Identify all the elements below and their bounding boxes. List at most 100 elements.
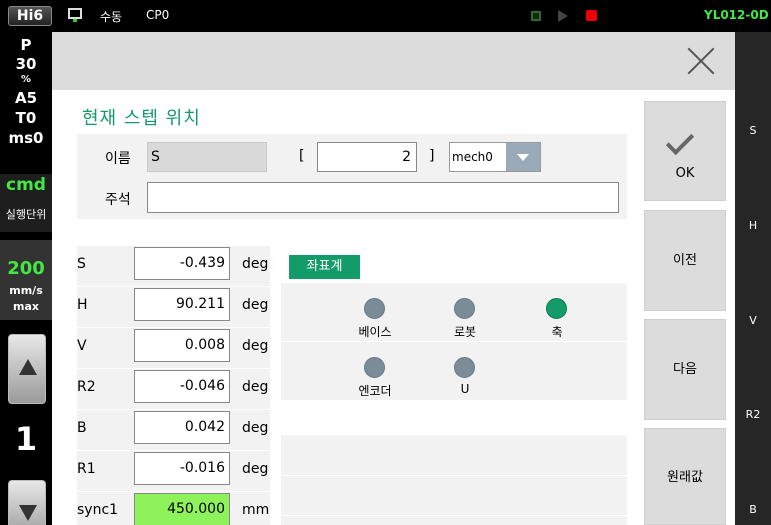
divider [281,515,627,516]
axis-value-input[interactable]: -0.016 [134,452,230,485]
dialog-header [52,32,735,90]
speed-unit: mm/s [9,284,43,297]
record-status-icon [586,10,597,21]
step-position-dialog: 현재 스텝 위치 이름 S [ 2 ] mech0 주석 S -0.439 de… [52,32,735,525]
axis-name: B [77,420,87,436]
axis-row: R1 -0.016 deg [77,450,270,491]
p-unit: % [20,74,32,85]
coord-option-encoder[interactable]: 엔코더 [340,348,410,398]
axis-value-input[interactable]: 0.042 [134,411,230,444]
speed-panel[interactable]: 200 mm/s max [0,240,52,320]
coord-option-label: 로봇 [453,325,477,339]
comment-label: 주석 [105,192,131,208]
hi6-logo: Hi6 [8,6,52,26]
axis-key-h[interactable]: H [735,219,771,232]
coord-system-title: 좌표계 [289,255,360,279]
coord-option-label: U [460,382,470,396]
coord-option-label: 축 [551,325,563,339]
cmd-label: cmd [6,175,46,195]
step-up-button[interactable] [8,334,46,404]
program-name: CP0 [146,8,170,22]
mech-select-value: mech0 [452,150,493,164]
axis-key-s[interactable]: S [735,124,771,137]
monitor-icon[interactable] [68,8,82,22]
exec-unit-label: 실행단위 [5,208,47,221]
checkmark-icon [665,126,695,156]
axis-unit: deg [242,420,269,436]
cmd-panel[interactable]: cmd 실행단위 [0,174,52,232]
robot-id: YL012-0D [704,8,769,22]
radio-icon [454,298,475,319]
ok-button[interactable]: OK [644,101,726,201]
axis-row: sync1 450.000 mm [77,491,270,525]
radio-icon [454,357,475,378]
axis-key-r2[interactable]: R2 [735,408,771,421]
axis-unit: deg [242,256,269,272]
stop-status-icon [531,11,541,21]
arrow-down-icon [19,505,37,521]
axis-unit: deg [242,379,269,395]
axis-value-input[interactable]: 0.008 [134,329,230,362]
p-label: P [20,36,32,54]
axis-row: R2 -0.046 deg [77,368,270,409]
radio-selected-icon [546,298,567,319]
axis-row: B 0.042 deg [77,409,270,450]
step-number: 1 [14,420,38,458]
divider [281,341,627,342]
divider [281,475,627,476]
close-icon[interactable] [686,46,716,76]
axis-name: S [77,256,86,272]
chevron-down-icon [506,143,540,171]
play-status-icon [558,10,568,22]
axis-unit: deg [242,338,269,354]
bracket-close: ] [429,148,435,164]
ok-label: OK [675,166,695,181]
axis-row: S -0.439 deg [77,245,270,286]
top-status-bar: Hi6 수동 CP0 YL012-0D [0,0,771,32]
axis-unit: deg [242,461,269,477]
name-field: S [147,142,267,172]
mech-select[interactable]: mech0 [449,142,541,172]
axis-name: R2 [77,379,96,395]
radio-icon [364,298,385,319]
axis-value-input[interactable]: -0.439 [134,247,230,280]
axis-value-input[interactable]: 90.211 [134,288,230,321]
step-down-button[interactable] [8,480,46,525]
arrow-up-icon [19,359,37,375]
radio-icon [364,357,385,378]
t-value: T0 [15,109,37,127]
coord-option-label: 엔코더 [358,384,392,398]
right-axis-strip: S H V R2 B [735,32,771,525]
a-value: A5 [14,89,38,107]
axis-row: H 90.211 deg [77,286,270,327]
speed-mode: max [13,300,39,313]
ms-value: ms0 [8,129,44,147]
name-comment-section: 이름 S [ 2 ] mech0 주석 [77,134,627,219]
axis-name: R1 [77,461,96,477]
comment-input[interactable] [147,182,619,213]
step-index-input[interactable]: 2 [317,142,417,172]
bracket-open: [ [299,148,305,164]
dialog-title: 현재 스텝 위치 [82,108,201,129]
coord-option-robot[interactable]: 로봇 [430,289,500,339]
axis-key-v[interactable]: V [735,314,771,327]
axis-key-b[interactable]: B [735,503,771,516]
next-button[interactable]: 다음 [644,319,726,420]
original-value-button[interactable]: 원래값 [644,428,726,525]
coord-option-base[interactable]: 베이스 [340,289,410,339]
left-status-panel: P 30 % A5 T0 ms0 cmd 실행단위 200 mm/s max 1 [0,32,52,525]
axis-value-input[interactable]: -0.046 [134,370,230,403]
axis-row: V 0.008 deg [77,327,270,368]
axis-name: sync1 [77,502,119,518]
axis-value-input-selected[interactable]: 450.000 [134,493,230,525]
axis-unit: deg [242,297,269,313]
axis-name: H [77,297,88,313]
coord-option-user[interactable]: U [430,348,500,398]
mode-indicator: 수동 [100,10,123,24]
prev-button[interactable]: 이전 [644,210,726,311]
coord-option-axis[interactable]: 축 [522,289,592,339]
coord-option-label: 베이스 [358,325,392,339]
coord-system-panel: 베이스 로봇 축 엔코더 U [281,283,627,400]
axis-unit: mm [242,502,270,518]
p-value: 30 [15,55,37,73]
